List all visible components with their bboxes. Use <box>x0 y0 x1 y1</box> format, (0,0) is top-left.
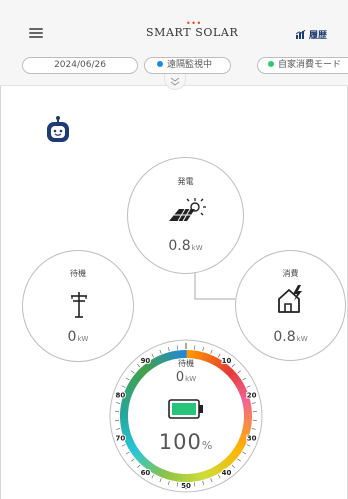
gauge-scale-label: 40 <box>222 469 232 477</box>
brand-logo: SMART SOLAR • • • <box>146 19 238 39</box>
status-dot-icon <box>157 61 163 67</box>
consumption-label: 消費 <box>282 269 299 278</box>
gauge-arc-segment <box>126 382 137 391</box>
gauge-arc-segment <box>193 472 200 482</box>
gauge-arc-segment <box>219 460 229 470</box>
gauge-arc-segment <box>205 468 213 479</box>
battery-power-value: 0kW <box>175 370 197 385</box>
gauge-arc-segment <box>236 383 246 392</box>
gauge-arc-segment <box>133 451 143 461</box>
gauge-arc-segment <box>171 472 178 482</box>
gauge-arc-segment <box>243 422 252 429</box>
generation-label: 発電 <box>177 177 194 186</box>
gauge-arc-segment <box>120 421 129 428</box>
gauge-scale-label: 50 <box>181 482 191 490</box>
logo-dots: • • • <box>186 19 201 28</box>
gauge-arc-segment <box>239 391 249 399</box>
history-button[interactable]: 履歴 <box>296 28 327 41</box>
gauge-arc-segment <box>228 451 239 461</box>
gauge-arc-segment <box>143 460 152 470</box>
gauge-arc-segment <box>176 473 182 482</box>
gauge-arc-segment <box>139 457 149 467</box>
status-badge: 遠隔監視中 <box>144 57 231 74</box>
generation-node[interactable]: 発電 0.8kW <box>127 157 244 274</box>
gauge-arc-segment <box>212 465 221 475</box>
mode-text: 自家消費モード <box>278 60 342 70</box>
standby-label: 待機 <box>70 269 86 278</box>
mode-badge[interactable]: 自家消費モード <box>257 57 348 74</box>
gauge-arc-segment <box>136 454 146 464</box>
gauge-arc-segment <box>194 350 201 360</box>
robot-icon[interactable] <box>45 116 71 144</box>
battery-gauge[interactable]: 10 20 30 40 50 60 70 80 90 待機 0kW 100% <box>108 338 264 494</box>
history-label: 履歴 <box>309 31 328 41</box>
gauge-arc-segment <box>222 457 232 468</box>
gauge-scale-label: 60 <box>141 469 151 477</box>
gauge-arc-segment <box>158 468 167 479</box>
gauge-scale-label: 80 <box>116 392 126 400</box>
menu-icon[interactable] <box>29 28 43 38</box>
solar-panel-icon <box>169 198 206 222</box>
gauge-arc-segment <box>190 350 196 359</box>
gauge-arc-segment <box>225 454 236 464</box>
gauge-arc-segment <box>167 351 175 361</box>
chevron-down-icon <box>170 77 180 86</box>
gauge-scale-label: 20 <box>247 392 257 400</box>
bar-chart-icon <box>296 30 306 39</box>
mode-dot-icon <box>268 61 274 67</box>
gauge-arc-segment <box>242 400 252 407</box>
house-lightning-icon <box>278 285 302 313</box>
gauge-arc-segment <box>201 470 209 480</box>
generation-value: 0.8kW <box>168 238 203 254</box>
gauge-arc-segment <box>121 399 130 406</box>
battery-charge-value: 100% <box>158 430 214 454</box>
date-selector[interactable]: 2024/06/26 <box>22 57 138 74</box>
gauge-arc-segment <box>154 466 163 477</box>
status-text: 遠隔監視中 <box>167 60 213 70</box>
battery-status-label: 待機 <box>178 359 194 368</box>
gauge-arc-segment <box>120 403 129 410</box>
gauge-arc-segment <box>150 464 159 475</box>
gauge-arc-segment <box>124 386 135 395</box>
gauge-arc-segment <box>198 351 205 361</box>
gauge-arc-segment <box>123 390 133 399</box>
gauge-arc-segment <box>121 394 132 403</box>
expand-header-button[interactable] <box>164 74 186 90</box>
gauge-arc-segment <box>243 404 252 411</box>
gauge-arc-segment <box>238 387 248 395</box>
gauge-arc-segment <box>197 471 205 481</box>
power-pole-icon <box>71 292 87 318</box>
gauge-arc-segment <box>167 471 174 481</box>
gauge-arc-segment <box>209 467 217 477</box>
battery-full-icon <box>168 399 203 419</box>
gauge-arc-segment <box>172 350 179 360</box>
gauge-arc-segment <box>162 470 171 480</box>
date-text: 2024/06/26 <box>54 60 106 70</box>
